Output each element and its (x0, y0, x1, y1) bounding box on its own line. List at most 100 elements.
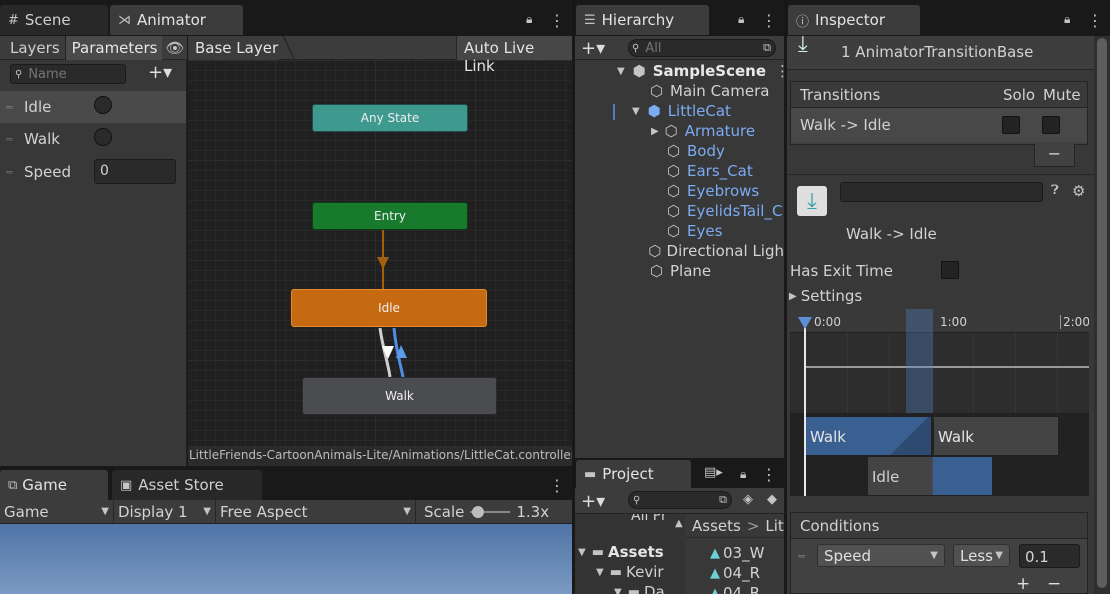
timeline-bar-idle[interactable]: Idle (867, 456, 993, 496)
condition-operator-dropdown[interactable]: Less ▼ (953, 544, 1010, 567)
remove-transition-button[interactable]: − (1034, 144, 1075, 167)
hierarchy-item-littlecat[interactable]: ▼ ⬢ LittleCat (632, 101, 731, 121)
project-tree-folder[interactable]: ▼ ▬ Da (614, 582, 665, 594)
tab-asset-store[interactable]: ▣ Asset Store (112, 470, 262, 500)
tab-hierarchy[interactable]: ☰ Hierarchy (576, 5, 709, 35)
state-walk[interactable]: Walk (302, 377, 497, 415)
asset-item[interactable]: ▲ 03_W (710, 543, 764, 563)
more-menu-icon[interactable]: ⋮ (761, 465, 777, 484)
hierarchy-item[interactable]: ⬡ Directional Ligh (648, 241, 784, 261)
hierarchy-item[interactable]: ⬡ Ears_Cat (665, 161, 753, 181)
lock-icon[interactable]: 🔒︎ (1064, 12, 1070, 27)
expand-arrow-icon[interactable]: ▼ (596, 567, 604, 578)
more-menu-icon[interactable]: ⋮ (549, 476, 565, 495)
hierarchy-item[interactable]: ⬡ Plane (648, 261, 711, 281)
breadcrumb[interactable]: Base Layer (188, 36, 288, 60)
tab-parameters[interactable]: Parameters (65, 35, 162, 60)
lock-icon[interactable]: 🔒︎ (526, 12, 532, 27)
hierarchy-search-input[interactable] (645, 40, 736, 56)
hierarchy-item[interactable]: ⬡ Eyes (665, 221, 722, 241)
expand-arrow-icon[interactable]: ▶ (651, 126, 659, 137)
condition-parameter-dropdown[interactable]: Speed ▼ (817, 544, 945, 567)
project-breadcrumb[interactable]: Assets > Litt (686, 514, 784, 538)
solo-checkbox[interactable] (1002, 116, 1020, 134)
transition-name-field[interactable] (840, 182, 1043, 202)
drag-handle-icon[interactable]: ═ (6, 133, 18, 146)
hierarchy-item[interactable]: ⬡ Main Camera (648, 81, 770, 101)
state-entry[interactable]: Entry (312, 202, 468, 230)
expand-arrow-icon[interactable]: ▼ (617, 66, 625, 77)
settings-gear-icon[interactable]: ⚙ (1072, 182, 1085, 200)
tab-game-label: Game (22, 476, 67, 494)
expand-arrow-icon[interactable]: ▼ (578, 547, 586, 558)
tab-animator[interactable]: ⋊ Animator (110, 5, 243, 35)
parameter-row-idle[interactable]: ═ Idle (0, 91, 186, 123)
help-icon[interactable]: ❓︎ (1051, 183, 1059, 198)
remove-condition-button[interactable]: − (1047, 574, 1061, 594)
display-dropdown[interactable]: Display 1 ▼ (114, 499, 216, 524)
hierarchy-item[interactable]: ⬡ Body (665, 141, 725, 161)
asset-item[interactable]: ▲ 04_R (710, 563, 760, 583)
lock-icon[interactable]: 🔒︎ (740, 467, 746, 482)
hierarchy-item[interactable]: ⬡ Eyebrows (665, 181, 759, 201)
timeline-bar-walk-next[interactable]: Walk (933, 416, 1059, 456)
tab-layers[interactable]: Layers (0, 35, 66, 60)
scene-item[interactable]: ▼ ⬢ SampleScene ⋮ (617, 61, 790, 81)
scale-slider[interactable] (470, 505, 511, 519)
add-condition-button[interactable]: + (1016, 574, 1030, 594)
drag-handle-icon[interactable]: ═ (798, 550, 805, 563)
hierarchy-item[interactable]: ⬡ EyelidsTail_C (665, 201, 784, 221)
tab-inspector[interactable]: ⓘ Inspector (788, 5, 920, 35)
inspector-scrollbar[interactable] (1094, 36, 1110, 594)
create-button[interactable]: +▾ (581, 38, 605, 59)
filter-icon[interactable]: ⧉ (763, 41, 771, 55)
label-filter-icon[interactable]: ◆ (767, 492, 777, 507)
tab-game[interactable]: ⧉ Game (0, 470, 108, 500)
tab-project[interactable]: ▬ Project (576, 460, 691, 488)
parameter-row-speed[interactable]: ═ Speed 0 (0, 156, 186, 188)
expand-arrow-icon[interactable]: ▼ (632, 106, 640, 117)
eye-icon[interactable]: 👁︎ (166, 39, 185, 57)
has-exit-time-checkbox[interactable] (941, 261, 959, 279)
project-tree-assets[interactable]: ▼ ▬ Assets (578, 542, 664, 562)
condition-row[interactable]: ═ Speed ▼ Less ▼ 0.1 (791, 539, 1087, 573)
drag-handle-icon[interactable]: ═ (6, 166, 18, 179)
add-parameter-button[interactable]: +▾ (148, 62, 172, 83)
tab-scene[interactable]: # Scene (0, 5, 108, 35)
mute-checkbox[interactable] (1042, 116, 1060, 134)
favorites-all-prefabs[interactable]: All Pr (631, 514, 667, 524)
state-idle[interactable]: Idle (291, 289, 487, 327)
game-viewport[interactable] (0, 524, 572, 594)
expand-arrow-icon[interactable]: ▼ (614, 587, 622, 594)
create-button[interactable]: +▾ (581, 491, 605, 512)
breadcrumb-folder[interactable]: Litt (765, 517, 784, 535)
more-menu-icon[interactable]: ⋮ (1087, 11, 1103, 30)
asset-item[interactable]: ▲ 04_R (710, 583, 760, 594)
breadcrumb-assets[interactable]: Assets (692, 517, 741, 535)
auto-live-link-button[interactable]: Auto Live Link (456, 36, 572, 75)
trigger-toggle[interactable] (94, 128, 112, 146)
parameter-row-walk[interactable]: ═ Walk (0, 123, 186, 155)
game-mode-dropdown[interactable]: Game ▼ (0, 499, 114, 524)
transition-timeline[interactable]: 0:00 1:00 2:00 Walk Walk Idle (790, 309, 1089, 496)
more-menu-icon[interactable]: ⋮ (549, 11, 565, 30)
more-menu-icon[interactable]: ⋮ (761, 11, 777, 30)
transition-row[interactable]: Walk -> Idle (791, 108, 1087, 142)
timeline-bar-walk[interactable]: Walk (805, 416, 932, 456)
state-any-state[interactable]: Any State (312, 104, 468, 132)
trigger-toggle[interactable] (94, 96, 112, 114)
filter-icon[interactable]: ⧉ (719, 493, 727, 507)
playhead[interactable] (804, 319, 806, 496)
parameter-value-field[interactable]: 0 (94, 159, 176, 184)
condition-value-field[interactable]: 0.1 (1019, 544, 1080, 568)
scroll-up-icon[interactable]: ▲ (675, 518, 683, 529)
type-filter-icon[interactable]: ◈ (743, 492, 753, 507)
lock-icon[interactable]: 🔒︎ (738, 12, 744, 27)
settings-foldout[interactable]: ▶ Settings (789, 287, 862, 305)
parameters-search-input[interactable] (28, 66, 109, 82)
project-tree-folder[interactable]: ▼ ▬ Kevir (596, 562, 664, 582)
hierarchy-item[interactable]: ▶ ⬡ Armature (651, 121, 755, 141)
aspect-dropdown[interactable]: Free Aspect ▼ (216, 499, 416, 524)
drag-handle-icon[interactable]: ═ (6, 101, 18, 114)
tab-overflow-icon[interactable]: ▤▸ (704, 465, 723, 480)
